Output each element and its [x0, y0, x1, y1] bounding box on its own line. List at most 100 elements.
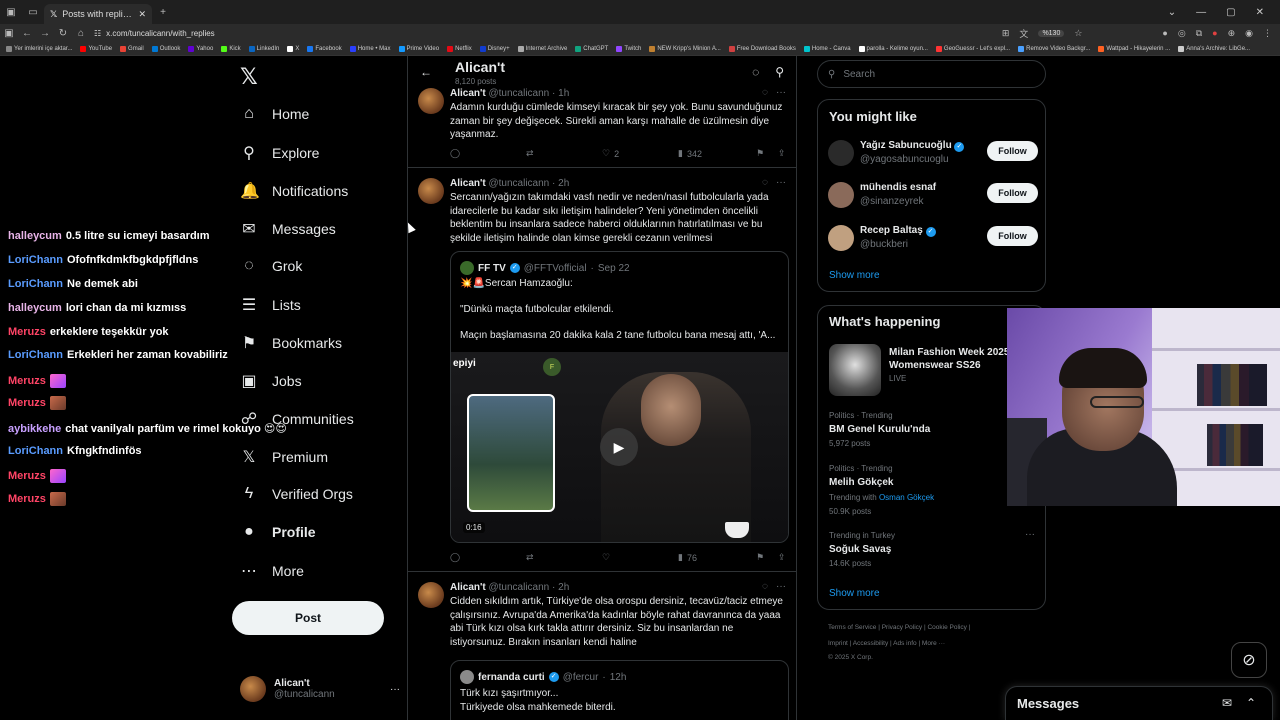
follow-button[interactable]: Follow [987, 141, 1038, 161]
grok-fab-icon[interactable]: ⊘ [1231, 642, 1267, 678]
bookmark-item[interactable]: ChatGPT [575, 45, 608, 52]
grok-icon[interactable]: ◌ [752, 65, 759, 79]
tweet-author-name[interactable]: Alican't [450, 582, 486, 593]
profile-icon[interactable]: ● [1162, 28, 1167, 38]
nav-item-explore[interactable]: ⚲ Explore [240, 143, 319, 163]
follow-button[interactable]: Follow [987, 183, 1038, 203]
tweet-more-icon[interactable]: ··· [776, 581, 786, 592]
tweet-more-icon[interactable]: ··· [776, 177, 786, 188]
grok-explain-icon[interactable]: ◌ [762, 581, 768, 592]
show-more-link[interactable]: Show more [829, 270, 880, 281]
bookmark-item[interactable]: Yahoo [188, 45, 213, 52]
follow-suggestion[interactable]: mühendis esnaf @sinanzeyrek Follow [828, 180, 1038, 208]
search-box[interactable]: ⚲ Search [817, 60, 1046, 88]
tweet-avatar[interactable] [418, 88, 444, 114]
nav-item-lists[interactable]: ☰ Lists [240, 295, 301, 315]
forward-icon[interactable]: → [36, 28, 54, 39]
reply-button[interactable]: ◯ [450, 148, 460, 159]
footer-links[interactable]: Terms of Service | Privacy Policy | Cook… [828, 624, 970, 631]
reload-icon[interactable]: ↻ [54, 28, 72, 39]
bookmark-item[interactable]: Internet Archive [517, 45, 567, 52]
nav-item-more[interactable]: ⋯ More [240, 561, 304, 581]
nav-item-jobs[interactable]: ▣ Jobs [240, 371, 301, 391]
back-arrow-icon[interactable]: ← [420, 65, 432, 79]
tweet-more-icon[interactable]: ··· [776, 87, 786, 98]
tweet-author-handle[interactable]: @tuncalicann [489, 88, 550, 99]
tab-list-icon[interactable]: ▭ [22, 0, 44, 24]
trend-more-icon[interactable]: ··· [1025, 529, 1035, 540]
bookmark-item[interactable]: Wattpad - Hikayelerin ... [1098, 45, 1170, 52]
new-message-icon[interactable]: ✉ [1222, 696, 1232, 710]
expand-icon[interactable]: ⌃ [1246, 696, 1256, 710]
bookmark-item[interactable]: Anna's Archive: LibGe... [1178, 45, 1250, 52]
record-icon[interactable]: ● [1212, 28, 1217, 38]
install-icon[interactable]: ⊞ [1002, 28, 1010, 39]
tweet[interactable]: Alican't @tuncalicann · 2h ◌ ··· Sercanı… [408, 168, 796, 572]
tweet-author-name[interactable]: Alican't [450, 178, 486, 189]
vpn-icon[interactable]: ⊕ [1228, 28, 1236, 39]
tweet-author-handle[interactable]: @tuncalicann [489, 582, 550, 593]
tweet-time[interactable]: 2h [558, 178, 569, 189]
bookmark-item[interactable]: LinkedIn [248, 45, 279, 52]
x-logo-icon[interactable]: 𝕏 [240, 64, 258, 90]
quoted-tweet[interactable]: FF TV ✓ @FFTVofficial · Sep 22 💥🚨Sercan … [450, 251, 789, 543]
tweet-time[interactable]: 1h [558, 88, 569, 99]
repost-button[interactable]: ⇄ [526, 552, 534, 563]
search-icon[interactable]: ⚲ [775, 65, 784, 79]
share-button[interactable]: ⇪ [778, 552, 786, 563]
bookmark-item[interactable]: X [287, 45, 299, 52]
views-button[interactable]: ▮ 342 [678, 148, 702, 159]
new-tab-icon[interactable]: + [152, 0, 174, 24]
tweet[interactable]: Alican't @tuncalicann · 2h ◌ ··· Cidden … [408, 572, 796, 720]
account-switcher[interactable]: Alican't @tuncalicann ··· [240, 676, 400, 702]
nav-item-home[interactable]: ⌂ Home [240, 105, 309, 123]
close-tab-icon[interactable]: ✕ [138, 9, 146, 20]
nav-item-profile[interactable]: ● Profile [240, 523, 315, 541]
messages-drawer[interactable]: Messages ✉ ⌃ [1005, 686, 1273, 720]
site-info-icon[interactable]: ☷ [94, 29, 101, 38]
bookmark-item[interactable]: Facebook [307, 45, 342, 52]
bookmark-item[interactable]: Outlook [151, 45, 180, 52]
repost-button[interactable]: ⇄ [526, 148, 534, 159]
nav-item-premium[interactable]: 𝕏 Premium [240, 447, 328, 467]
follow-suggestion[interactable]: Yağız Sabuncuoğlu ✓ @yagosabuncuoglu Follo… [828, 138, 1038, 166]
tweet[interactable]: Alican't @tuncalicann · 1h ◌ ··· Adamın … [408, 80, 796, 168]
zoom-badge[interactable]: %130 [1038, 29, 1065, 37]
bookmark-star-icon[interactable]: ☆ [1074, 28, 1082, 39]
bookmark-item[interactable]: Disney+ [479, 45, 510, 52]
browser-tab[interactable]: 𝕏 Posts with replies by Alican't (@ ✕ [44, 4, 152, 24]
nav-item-messages[interactable]: ✉ Messages [240, 219, 336, 239]
bookmark-button[interactable]: ⚑ [756, 552, 764, 563]
close-window-icon[interactable]: ✕ [1256, 7, 1264, 18]
tweet-avatar[interactable] [418, 582, 444, 608]
bookmark-item[interactable]: YouTube [80, 45, 112, 52]
tweet-time[interactable]: 2h [558, 582, 569, 593]
reply-button[interactable]: ◯ [450, 552, 460, 563]
split-view-icon[interactable]: ▣ [0, 28, 18, 39]
footer-links[interactable]: Imprint | Accessibility | Ads info | Mor… [828, 640, 945, 647]
extensions-icon[interactable]: ⧉ [1196, 28, 1202, 39]
post-button[interactable]: Post [232, 601, 384, 635]
extension-icon[interactable]: ◎ [1178, 28, 1186, 39]
home-icon[interactable]: ⌂ [72, 28, 90, 39]
maximize-icon[interactable]: ▢ [1226, 7, 1235, 18]
sidebar-toggle-icon[interactable]: ▣ [0, 0, 22, 24]
share-button[interactable]: ⇪ [778, 148, 786, 159]
tab-search-icon[interactable]: ⌄ [1168, 7, 1176, 18]
views-button[interactable]: ▮ 76 [678, 552, 697, 563]
bookmark-item[interactable]: Gmail [120, 45, 144, 52]
grok-explain-icon[interactable]: ◌ [762, 87, 768, 98]
bookmark-item[interactable]: NEW Kripp's Minion A... [649, 45, 721, 52]
play-icon[interactable]: ▶ [600, 428, 638, 466]
url-field[interactable]: ☷ x.com/tuncalicann/with_replies [94, 29, 215, 38]
like-button[interactable]: ♡ [602, 552, 610, 563]
bookmark-item[interactable]: Twitch [616, 45, 641, 52]
nav-item-notifications[interactable]: 🔔 Notifications [240, 181, 348, 201]
show-more-trends-link[interactable]: Show more [829, 588, 880, 599]
bookmark-item[interactable]: Home - Canva [803, 45, 851, 52]
quoted-tweet[interactable]: fernanda curti ✓ @fercur · 12h Türk kızı… [450, 660, 789, 720]
nav-item-grok[interactable]: ◌ Grok [240, 257, 302, 275]
video-player[interactable]: epiyi F ▶ 0:16 [451, 352, 788, 542]
back-icon[interactable]: ← [18, 28, 36, 39]
bookmark-item[interactable]: parolla - Kelime oyun... [858, 45, 928, 52]
